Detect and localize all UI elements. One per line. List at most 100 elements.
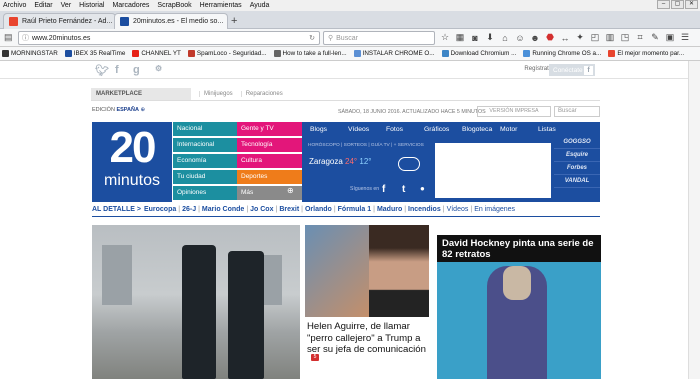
bookmark-item[interactable]: CHANNEL YT xyxy=(132,50,181,57)
top-nav-fotos[interactable]: Fotos xyxy=(386,126,416,133)
menu-item-herramientas[interactable]: Herramientas xyxy=(200,2,242,9)
bookmark-item[interactable]: INSTALAR CHROME O... xyxy=(353,50,435,57)
partner-logo[interactable]: Esquire xyxy=(554,149,600,162)
trending-topic[interactable]: Vídeos xyxy=(447,206,469,213)
connect-button[interactable]: Conéctate f xyxy=(549,64,595,76)
print-edition-button[interactable]: VERSIÓN IMPRESA xyxy=(477,106,551,117)
download-icon[interactable]: ⬇ xyxy=(485,32,495,43)
trending-topic[interactable]: Mario Conde xyxy=(202,206,244,213)
pen-icon[interactable]: ✎ xyxy=(650,32,660,43)
page-info-icon[interactable]: ⓘ xyxy=(22,33,29,43)
partner-logo[interactable]: Forbes xyxy=(554,162,600,175)
googleplus-icon[interactable]: g xyxy=(133,64,140,76)
top-nav-vídeos[interactable]: Vídeos xyxy=(348,126,378,133)
menu-icon[interactable]: ☰ xyxy=(680,32,690,43)
trending-topic[interactable]: 26-J xyxy=(182,206,196,213)
bookmark-item[interactable]: How to take a full-len... xyxy=(273,50,347,57)
facebook-follow-icon[interactable]: f xyxy=(382,184,385,195)
settings-icon[interactable]: ⚙ xyxy=(155,64,162,73)
minimize-icon[interactable]: – xyxy=(657,0,670,9)
reading-list-icon[interactable]: ▦ xyxy=(455,32,465,43)
section-link-deportes[interactable]: Deportes xyxy=(237,170,302,184)
trending-topic[interactable]: En imágenes xyxy=(474,206,515,213)
facebook-icon[interactable]: f xyxy=(115,64,119,76)
partner-logo[interactable]: VANDAL xyxy=(554,175,600,188)
menu-item-scrapbook[interactable]: ScrapBook xyxy=(157,2,191,9)
trending-topic[interactable]: Brexit xyxy=(279,206,299,213)
hockney-headline[interactable]: David Hockney pinta una serie de 82 retr… xyxy=(437,235,601,262)
spreadsheet-icon[interactable]: ▥ xyxy=(605,32,615,43)
partner-logo[interactable]: GOGGSO xyxy=(554,136,600,149)
addon-icon[interactable]: ✦ xyxy=(575,32,585,43)
image-icon[interactable]: ▣ xyxy=(665,32,675,43)
menu-item-ver[interactable]: Ver xyxy=(61,2,72,9)
twitter-icon[interactable]: 🐦︎ xyxy=(95,64,109,77)
edition-selector[interactable]: EDICIÓN ESPAÑA ⊕ xyxy=(92,107,145,113)
section-link-tecnología[interactable]: Tecnología xyxy=(237,138,302,152)
top-nav-motor[interactable]: Motor xyxy=(500,126,530,133)
sync-icon[interactable]: ↔ xyxy=(560,33,570,43)
bookmark-item[interactable]: SpamLoco - Seguridad... xyxy=(187,50,267,57)
marketplace-link-reparaciones[interactable]: Reparaciones xyxy=(240,91,283,97)
weather-widget[interactable]: Zaragoza 24° 12° xyxy=(309,157,371,166)
top-nav-blogs[interactable]: Blogs xyxy=(310,126,340,133)
page-scrollbar[interactable] xyxy=(688,61,700,379)
section-link-cultura[interactable]: Cultura xyxy=(237,154,302,168)
bookmark-item[interactable]: Download Chromium ... xyxy=(441,50,516,57)
comment-count-badge[interactable]: 5 xyxy=(311,354,319,361)
new-tab-icon[interactable]: + xyxy=(231,15,237,27)
story-headline[interactable]: Helen Aguirre, de llamar "perro callejer… xyxy=(307,321,427,356)
search-bar[interactable]: ⚲ Buscar xyxy=(323,31,435,45)
section-link-gente-y-tv[interactable]: Gente y TV xyxy=(237,122,302,136)
section-link-tu-ciudad[interactable]: Tu ciudad xyxy=(173,170,238,184)
trending-topic[interactable]: Fórmula 1 xyxy=(338,206,371,213)
more-follow-icon[interactable]: ● xyxy=(420,184,425,193)
services-nav[interactable]: HORÓSCOPO | SORTEOS | GUÍA TV | + SERVIC… xyxy=(308,143,424,148)
chat-icon[interactable]: ☺ xyxy=(515,33,525,43)
menu-item-archivo[interactable]: Archivo xyxy=(3,2,26,9)
url-bar[interactable]: ⓘ www.20minutos.es ↻ xyxy=(18,31,320,45)
trending-topic[interactable]: Maduro xyxy=(377,206,402,213)
section-link-economía[interactable]: Economía xyxy=(173,154,238,168)
more-plus-icon[interactable]: ⊕ xyxy=(287,186,294,195)
police-photo[interactable] xyxy=(92,225,300,379)
section-link-internacional[interactable]: Internacional xyxy=(173,138,238,152)
adblock-icon[interactable]: ⬣ xyxy=(545,32,555,43)
site-search-input[interactable]: Buscar xyxy=(554,106,600,117)
crop-icon[interactable]: ⌗ xyxy=(635,32,645,43)
trending-topic[interactable]: Jo Cox xyxy=(250,206,273,213)
menu-item-historial[interactable]: Historial xyxy=(79,2,104,9)
bookmark-star-icon[interactable]: ☆ xyxy=(440,32,450,43)
trending-topic[interactable]: Eurocopa xyxy=(144,206,176,213)
marketplace-link-minijuegos[interactable]: Minijuegos xyxy=(199,91,233,97)
smiley-icon[interactable]: ☻ xyxy=(530,33,540,43)
extension-icon[interactable]: ◳ xyxy=(620,32,630,43)
menu-item-ayuda[interactable]: Ayuda xyxy=(250,2,270,9)
twitter-follow-icon[interactable]: t xyxy=(402,184,405,195)
trending-topic[interactable]: Orlando xyxy=(305,206,332,213)
top-nav-listas[interactable]: Listas xyxy=(538,126,568,133)
trump-aguirre-photo[interactable] xyxy=(305,225,429,317)
screenshot-icon[interactable]: ◰ xyxy=(590,32,600,43)
sidebar-toggle-icon[interactable]: ▤ xyxy=(4,32,13,43)
section-link-nacional[interactable]: Nacional xyxy=(173,122,238,136)
pocket-icon[interactable]: ◙ xyxy=(470,33,480,43)
top-nav-gráficos[interactable]: Gráficos xyxy=(424,126,454,133)
menu-item-editar[interactable]: Editar xyxy=(34,2,52,9)
home-icon[interactable]: ⌂ xyxy=(500,33,510,43)
close-tab-icon[interactable]: ✕ xyxy=(223,18,227,26)
tab-1[interactable]: 20minutos.es - El medio so... ✕ xyxy=(114,13,228,29)
tab-0[interactable]: Raúl Prieto Fernández - Ad... ✕ xyxy=(3,13,116,29)
bookmark-item[interactable]: MORNINGSTAR xyxy=(2,50,58,57)
section-link-opiniones[interactable]: Opiniones xyxy=(173,186,238,200)
site-logo[interactable]: 20 minutos xyxy=(92,122,172,202)
bookmark-item[interactable]: Running Chrome OS a... xyxy=(523,50,601,57)
bookmark-item[interactable]: IBEX 35 RealTime xyxy=(64,50,125,57)
menu-item-marcadores[interactable]: Marcadores xyxy=(112,2,149,9)
maximize-icon[interactable]: ▢ xyxy=(671,0,684,9)
top-nav-blogoteca[interactable]: Blogoteca xyxy=(462,126,492,133)
reload-icon[interactable]: ↻ xyxy=(309,34,315,42)
trending-topic[interactable]: Incendios xyxy=(408,206,441,213)
bookmark-item[interactable]: El mejor momento par... xyxy=(608,50,684,57)
close-icon[interactable]: ✕ xyxy=(685,0,698,9)
